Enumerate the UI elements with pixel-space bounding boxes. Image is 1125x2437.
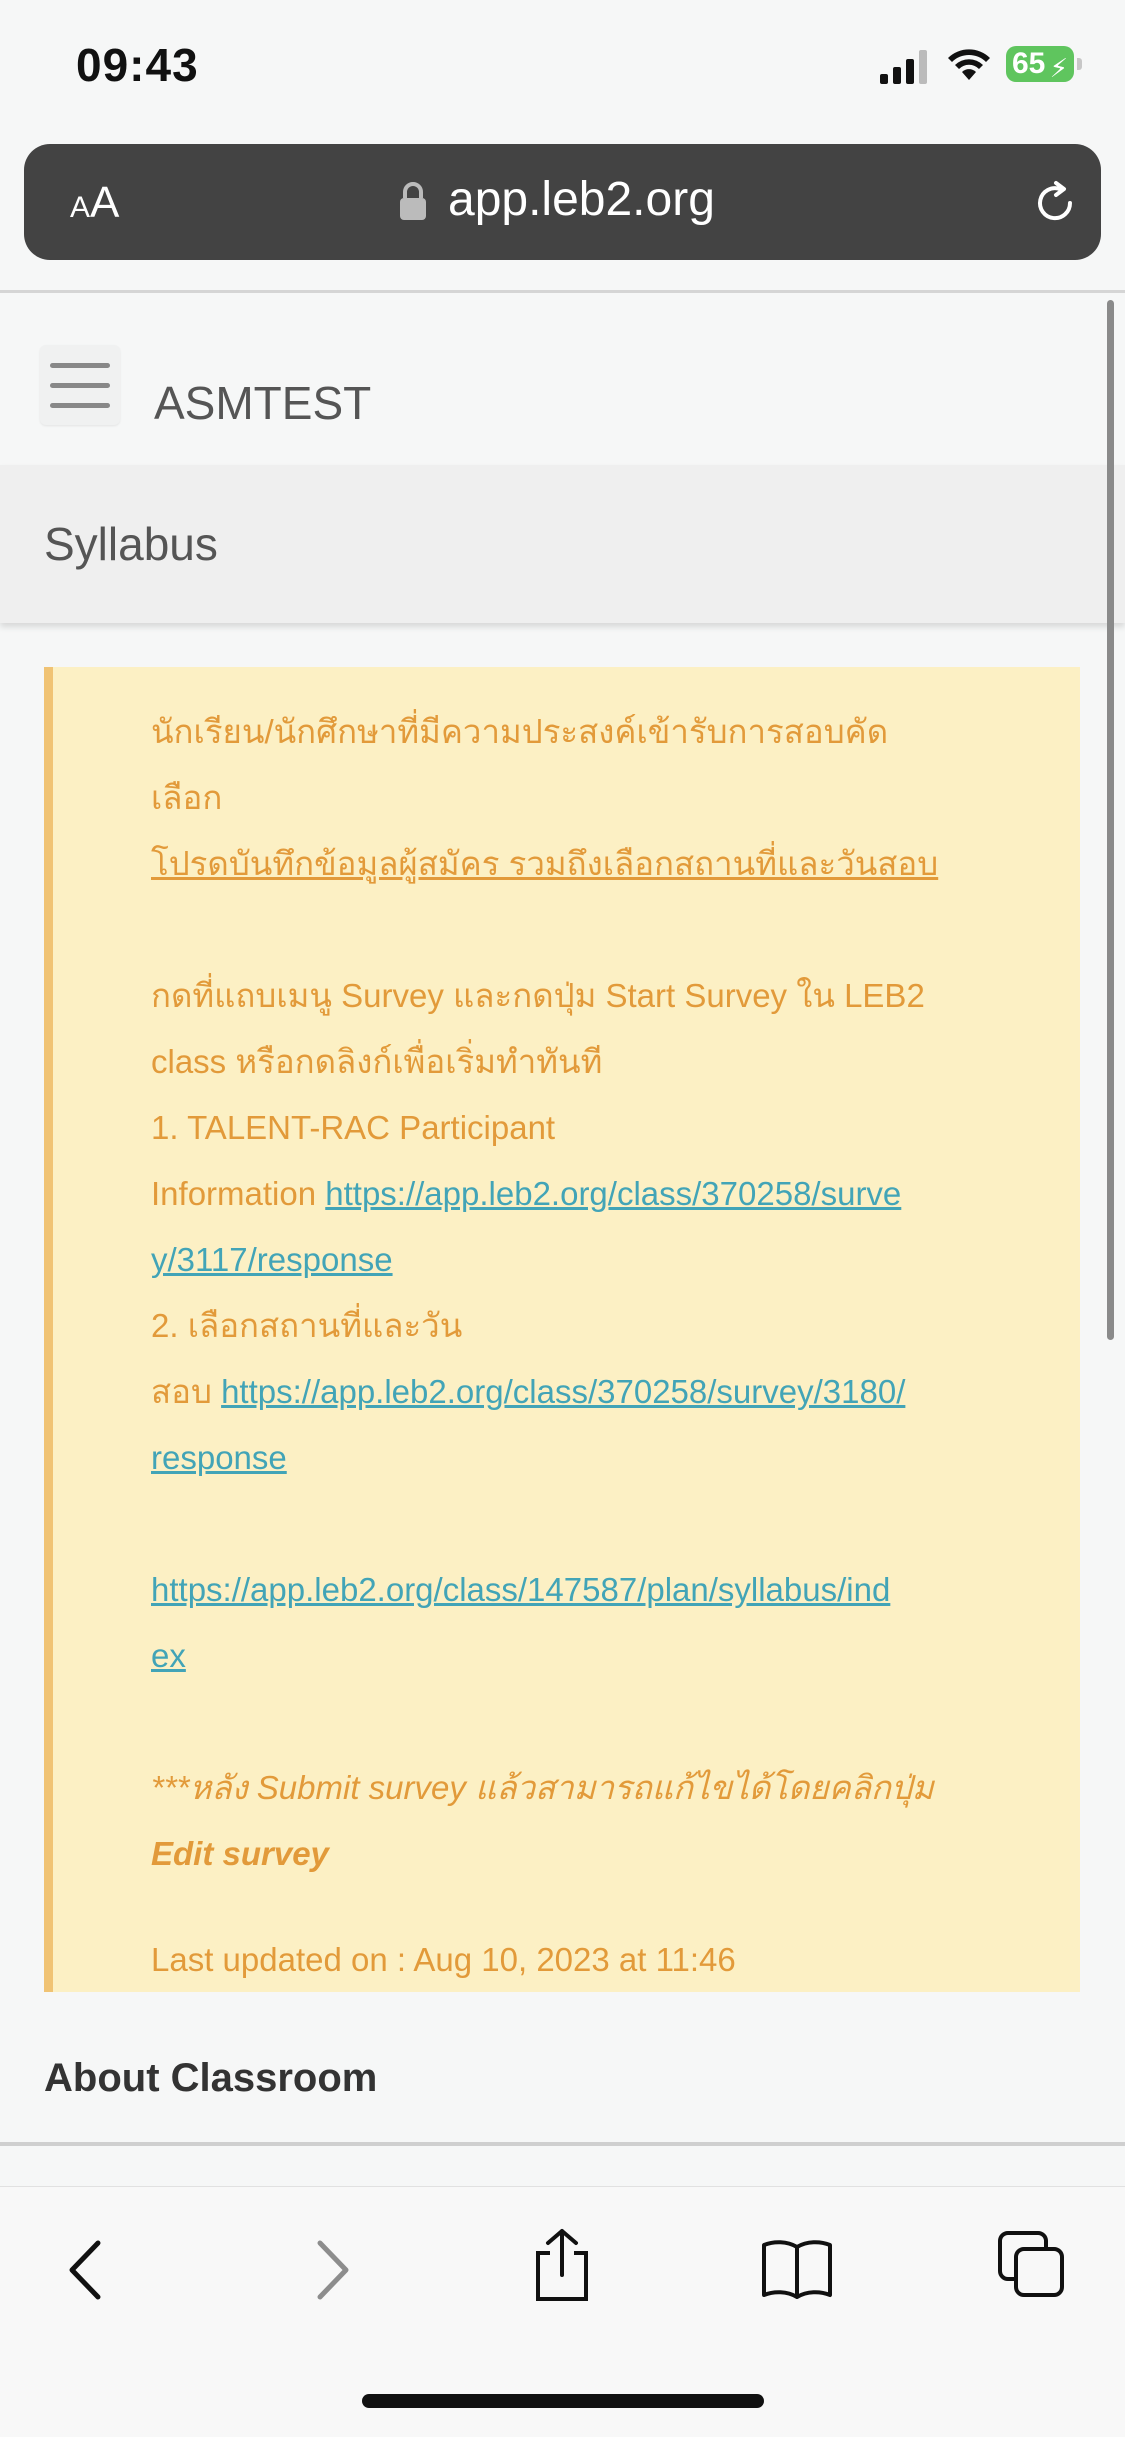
app-header: ASMTEST — [0, 293, 1125, 465]
survey-item-2-prefix: สอบ — [151, 1373, 222, 1410]
text-size-button[interactable]: AA — [70, 178, 119, 228]
notice-line: กดที่แถบเมนู Survey และกดปุ่ม Start Surv… — [151, 977, 925, 1014]
notice-line: นักเรียน/นักศึกษาที่มีความประสงค์เข้ารับ… — [151, 713, 889, 816]
cellular-signal-icon — [880, 50, 927, 84]
note-line-bold: Edit survey — [151, 1835, 329, 1872]
survey-item-1-title: 1. TALENT-RAC Participant — [151, 1109, 556, 1146]
survey-link-1-cont[interactable]: y/3117/response — [151, 1241, 393, 1278]
section-title: Syllabus — [44, 518, 218, 570]
note-line: ***หลัง Submit survey แล้วสามารถแก้ไขได้… — [151, 1769, 934, 1806]
battery-level: 65 — [1012, 47, 1046, 80]
tabs-icon[interactable] — [996, 2229, 1068, 2301]
charging-icon: ⚡ — [1049, 53, 1068, 83]
reload-icon[interactable] — [1030, 178, 1080, 228]
url-text[interactable]: app.leb2.org — [448, 172, 715, 227]
back-icon[interactable] — [64, 2237, 108, 2303]
share-icon[interactable] — [530, 2227, 594, 2303]
about-heading: About Classroom — [44, 2056, 378, 2100]
survey-link-1[interactable]: https://app.leb2.org/class/370258/surve — [325, 1175, 901, 1212]
syllabus-link-cont[interactable]: ex — [151, 1637, 186, 1674]
bookmarks-icon[interactable] — [760, 2237, 834, 2301]
scrollbar[interactable] — [1107, 300, 1114, 1340]
wifi-icon — [948, 49, 990, 80]
last-updated: Last updated on : Aug 10, 2023 at 11:46 — [151, 1941, 736, 1978]
notice-line: class หรือกดลิงก์เพื่อเริ่มทำทันที — [151, 1043, 603, 1080]
survey-item-1-prefix: Information — [151, 1175, 326, 1212]
forward-icon[interactable] — [310, 2237, 354, 2303]
home-indicator — [362, 2394, 764, 2408]
lock-icon — [400, 182, 426, 220]
notice-line-underlined: โปรดบันทึกข้อมูลผู้สมัคร รวมถึงเลือกสถาน… — [151, 845, 939, 882]
battery-icon: 65 ⚡ — [1006, 46, 1082, 83]
survey-link-2-cont[interactable]: response — [151, 1439, 287, 1476]
app-title: ASMTEST — [154, 377, 372, 429]
status-bar: 09:43 65 ⚡ — [0, 0, 1125, 140]
survey-link-2[interactable]: https://app.leb2.org/class/370258/survey… — [221, 1373, 905, 1410]
syllabus-notice: นักเรียน/นักศึกษาที่มีความประสงค์เข้ารับ… — [44, 667, 1080, 1992]
status-time: 09:43 — [76, 39, 199, 91]
menu-icon[interactable] — [40, 345, 120, 425]
divider — [0, 2142, 1125, 2146]
syllabus-link[interactable]: https://app.leb2.org/class/147587/plan/s… — [151, 1571, 890, 1608]
survey-item-2-title: 2. เลือกสถานที่และวัน — [151, 1307, 463, 1344]
section-header: Syllabus — [0, 465, 1125, 623]
address-bar[interactable]: AA app.leb2.org — [24, 144, 1101, 260]
